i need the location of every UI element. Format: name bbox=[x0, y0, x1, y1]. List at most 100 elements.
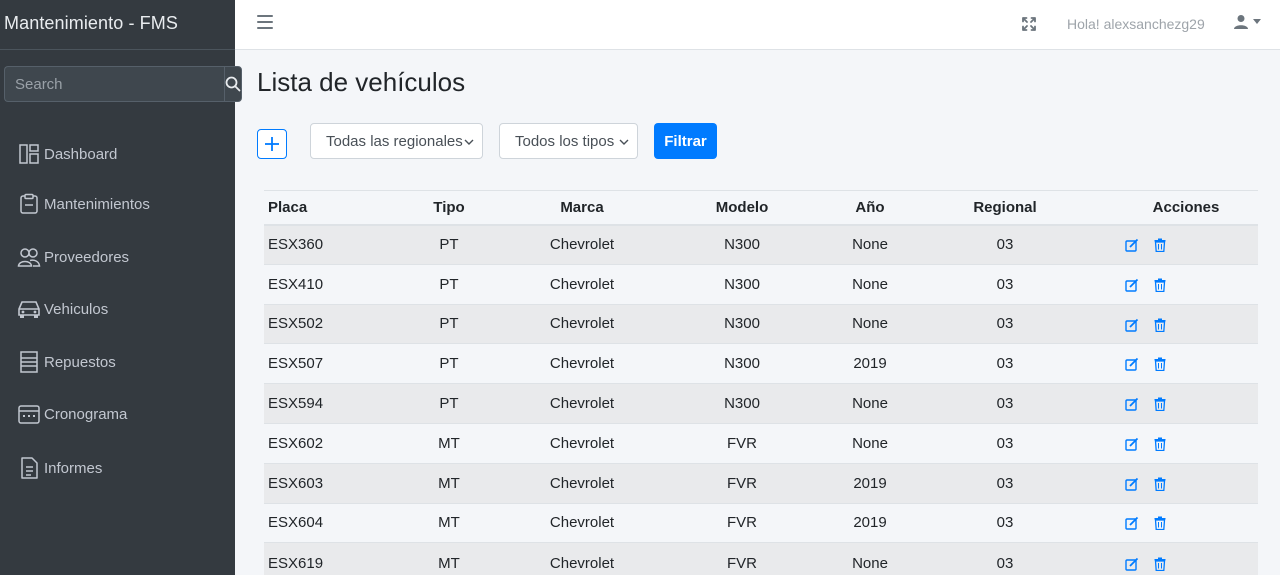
sidebar-item-dashboard[interactable]: Dashboard bbox=[16, 139, 117, 169]
add-vehicle-button[interactable] bbox=[257, 129, 287, 159]
cell-placa: ESX603 bbox=[268, 474, 324, 492]
filter-button[interactable]: Filtrar bbox=[654, 123, 717, 159]
cell-acciones bbox=[1114, 503, 1258, 543]
cell-acciones bbox=[1114, 225, 1258, 265]
cell-ano: 2019 bbox=[853, 514, 887, 532]
cell-marca: Chevrolet bbox=[549, 474, 615, 492]
cell-tipo: PT bbox=[439, 395, 459, 413]
cell-acciones bbox=[1114, 463, 1258, 503]
dashboard-icon bbox=[16, 141, 42, 167]
cell-marca: Chevrolet bbox=[549, 395, 615, 413]
table-row: ESX602 MT Chevrolet FVR None 03 bbox=[264, 423, 1258, 464]
trash-icon[interactable] bbox=[1152, 356, 1168, 372]
calendar-icon bbox=[16, 401, 42, 427]
trash-icon[interactable] bbox=[1152, 436, 1168, 452]
type-select[interactable]: Todos los tipos bbox=[499, 123, 638, 159]
cell-marca: Chevrolet bbox=[549, 315, 615, 333]
user-greeting: Hola! alexsanchezg29 bbox=[1067, 16, 1205, 32]
edit-icon[interactable] bbox=[1124, 317, 1140, 333]
document-icon bbox=[16, 455, 42, 481]
cell-placa: ESX507 bbox=[268, 355, 324, 373]
cell-marca: Chevrolet bbox=[549, 514, 615, 532]
cell-tipo: MT bbox=[438, 474, 460, 492]
type-select-value: Todos los tipos bbox=[515, 132, 615, 150]
trash-icon[interactable] bbox=[1152, 556, 1168, 572]
clipboard-icon bbox=[16, 191, 42, 217]
fullscreen-icon[interactable] bbox=[1021, 16, 1037, 37]
edit-icon[interactable] bbox=[1124, 556, 1140, 572]
cell-marca: Chevrolet bbox=[549, 275, 615, 293]
sidebar-item-repuestos[interactable]: Repuestos bbox=[16, 347, 116, 377]
trash-icon[interactable] bbox=[1152, 317, 1168, 333]
people-icon bbox=[16, 244, 42, 270]
cell-acciones bbox=[1114, 344, 1258, 384]
cell-ano: None bbox=[852, 275, 888, 293]
trash-icon[interactable] bbox=[1152, 237, 1168, 253]
cell-marca: Chevrolet bbox=[549, 236, 615, 254]
cell-modelo: FVR bbox=[727, 434, 757, 452]
list-icon bbox=[16, 349, 42, 375]
page-title: Lista de vehículos bbox=[257, 67, 466, 97]
edit-icon[interactable] bbox=[1124, 356, 1140, 372]
cell-placa: ESX594 bbox=[268, 395, 324, 413]
cell-tipo: PT bbox=[439, 355, 459, 373]
trash-icon[interactable] bbox=[1152, 515, 1168, 531]
sidebar-item-label: Informes bbox=[44, 459, 103, 477]
brand-title[interactable]: Mantenimiento - FMS bbox=[0, 0, 235, 50]
user-dropdown[interactable] bbox=[1233, 14, 1261, 30]
edit-icon[interactable] bbox=[1124, 396, 1140, 412]
sidebar-item-informes[interactable]: Informes bbox=[16, 453, 102, 483]
table-row: ESX603 MT Chevrolet FVR 2019 03 bbox=[264, 463, 1258, 504]
region-select[interactable]: Todas las regionales bbox=[310, 123, 483, 159]
cell-placa: ESX619 bbox=[268, 554, 324, 572]
region-select-value: Todas las regionales bbox=[326, 132, 463, 150]
cell-tipo: PT bbox=[439, 236, 459, 254]
cell-placa: ESX360 bbox=[268, 236, 324, 254]
search-button[interactable] bbox=[224, 66, 242, 102]
header-tipo: Tipo bbox=[374, 190, 524, 226]
trash-icon[interactable] bbox=[1152, 277, 1168, 293]
sidebar-item-label: Vehiculos bbox=[44, 300, 109, 318]
sidebar-search bbox=[4, 66, 242, 102]
cell-marca: Chevrolet bbox=[549, 554, 615, 572]
cell-modelo: FVR bbox=[727, 474, 757, 492]
sidebar-item-label: Dashboard bbox=[44, 145, 118, 163]
cell-ano: None bbox=[852, 395, 888, 413]
cell-regional: 03 bbox=[996, 434, 1014, 452]
table-row: ESX410 PT Chevrolet N300 None 03 bbox=[264, 264, 1258, 305]
cell-tipo: MT bbox=[438, 554, 460, 572]
trash-icon[interactable] bbox=[1152, 476, 1168, 492]
edit-icon[interactable] bbox=[1124, 237, 1140, 253]
sidebar-item-label: Mantenimientos bbox=[44, 195, 150, 213]
cell-modelo: FVR bbox=[727, 514, 757, 532]
sidebar-item-proveedores[interactable]: Proveedores bbox=[16, 242, 129, 272]
cell-acciones bbox=[1114, 543, 1258, 575]
header-modelo: Modelo bbox=[640, 190, 844, 226]
edit-icon[interactable] bbox=[1124, 515, 1140, 531]
cell-regional: 03 bbox=[996, 275, 1014, 293]
header-marca: Marca bbox=[524, 190, 640, 226]
vehicles-table: Placa Tipo Marca Modelo Año Regional Acc… bbox=[264, 190, 1258, 575]
sidebar-item-label: Repuestos bbox=[44, 353, 116, 371]
cell-ano: None bbox=[852, 315, 888, 333]
cell-acciones bbox=[1114, 264, 1258, 304]
plus-icon bbox=[265, 137, 279, 151]
sidebar-item-cronograma[interactable]: Cronograma bbox=[16, 399, 127, 429]
edit-icon[interactable] bbox=[1124, 436, 1140, 452]
search-icon bbox=[225, 76, 241, 92]
top-navbar: Hola! alexsanchezg29 bbox=[235, 0, 1280, 50]
cell-placa: ESX502 bbox=[268, 315, 324, 333]
table-row: ESX604 MT Chevrolet FVR 2019 03 bbox=[264, 503, 1258, 543]
cell-regional: 03 bbox=[996, 315, 1014, 333]
edit-icon[interactable] bbox=[1124, 277, 1140, 293]
cell-marca: Chevrolet bbox=[549, 355, 615, 373]
sidebar-item-mantenimientos[interactable]: Mantenimientos bbox=[16, 189, 150, 219]
cell-regional: 03 bbox=[996, 355, 1014, 373]
table-header-row: Placa Tipo Marca Modelo Año Regional Acc… bbox=[264, 190, 1258, 226]
menu-toggle-icon[interactable] bbox=[257, 15, 273, 31]
trash-icon[interactable] bbox=[1152, 396, 1168, 412]
sidebar-item-vehiculos[interactable]: Vehiculos bbox=[16, 294, 108, 324]
edit-icon[interactable] bbox=[1124, 476, 1140, 492]
search-input[interactable] bbox=[4, 66, 224, 102]
cell-acciones bbox=[1114, 304, 1258, 344]
